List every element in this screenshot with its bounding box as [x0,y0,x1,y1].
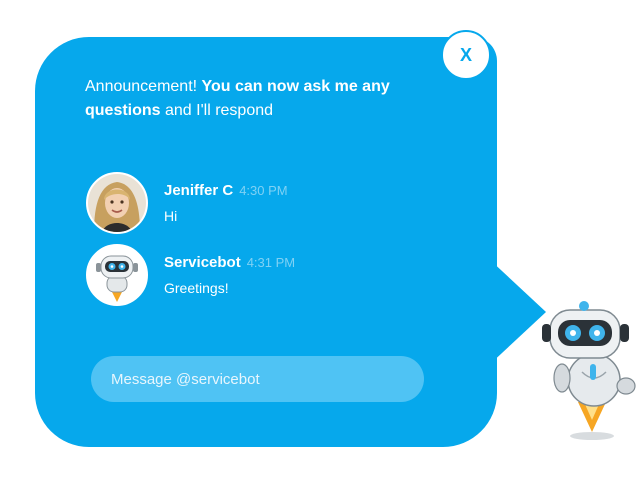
message-time: 4:31 PM [246,255,296,270]
user-avatar-icon [88,174,146,232]
message-item: Jeniffer C 4:30 PM Hi [86,172,426,234]
sender-name: Jeniffer C [164,182,234,199]
close-button[interactable]: X [441,30,491,80]
message-text: Greetings! [164,280,229,296]
message-time: 4:30 PM [239,183,288,198]
avatar[interactable] [86,172,148,234]
announcement-prefix: Announcement! [85,78,202,95]
announcement-suffix: and I'll respond [160,102,274,119]
message-header: Jeniffer C 4:30 PM [164,182,288,200]
sender-name: Servicebot [164,254,241,271]
message-input[interactable] [91,356,424,402]
servicebot-mascot-icon[interactable] [540,292,639,442]
chat-widget: X Announcement! You can now ask me any q… [0,0,639,481]
message-header: Servicebot 4:31 PM [164,254,295,272]
avatar[interactable] [86,244,148,306]
message-text: Hi [164,208,178,224]
announcement-text: Announcement! You can now ask me any que… [85,75,465,123]
robot-avatar-icon [88,246,146,304]
message-item: Servicebot 4:31 PM Greetings! [86,244,426,306]
